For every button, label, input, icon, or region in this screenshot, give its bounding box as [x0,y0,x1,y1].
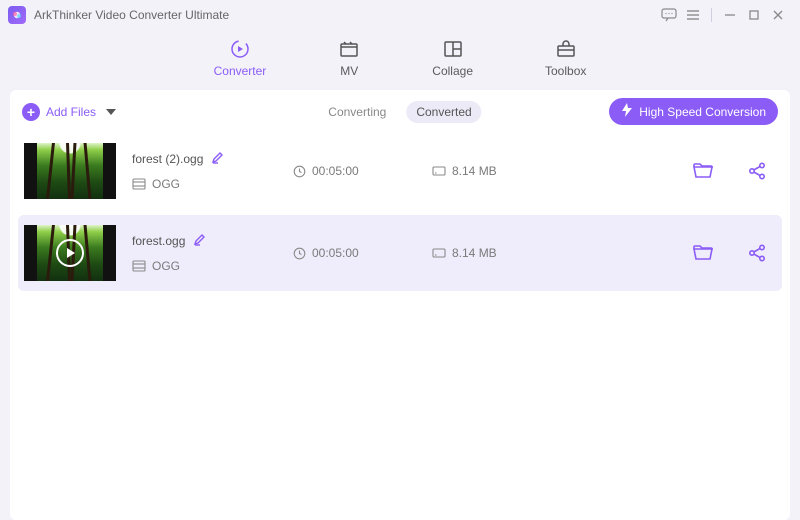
open-folder-button[interactable] [690,158,716,184]
minimize-button[interactable] [718,3,742,27]
maximize-button[interactable] [742,3,766,27]
converter-icon [229,38,251,60]
tab-toolbox[interactable]: Toolbox [545,38,586,78]
format-icon [132,259,146,273]
toolbox-icon [555,38,577,60]
plus-icon: + [22,103,40,121]
edit-icon[interactable] [193,234,205,249]
file-name: forest.ogg [132,234,185,248]
file-name: forest (2).ogg [132,152,203,166]
thumbnail[interactable] [24,225,116,281]
tab-collage-label: Collage [432,64,473,78]
tab-mv-label: MV [340,64,358,78]
share-button[interactable] [744,158,770,184]
titlebar: ArkThinker Video Converter Ultimate [0,0,800,30]
app-logo [8,6,26,24]
collage-icon [442,38,464,60]
clock-icon [292,246,306,260]
close-button[interactable] [766,3,790,27]
share-button[interactable] [744,240,770,266]
tab-toolbox-label: Toolbox [545,64,586,78]
file-size: 8.14 MB [452,164,497,178]
tab-mv[interactable]: MV [338,38,360,78]
menu-icon[interactable] [681,3,705,27]
chevron-down-icon [106,105,116,119]
storage-icon [432,246,446,260]
tab-collage[interactable]: Collage [432,38,473,78]
tab-converter-label: Converter [214,64,267,78]
format-icon [132,177,146,191]
main-tabs: Converter MV Collage Toolbox [0,30,800,84]
bolt-icon [621,103,633,120]
toolbar: + Add Files Converting Converted High Sp… [10,90,790,133]
edit-icon[interactable] [211,152,223,167]
file-item: forest (2).ogg OGG 00:05:00 [10,133,790,209]
duration: 00:05:00 [312,164,359,178]
main-panel: + Add Files Converting Converted High Sp… [10,90,790,520]
add-files-label: Add Files [46,105,96,119]
status-switch: Converting Converted [318,101,481,123]
tab-converted[interactable]: Converted [406,101,481,123]
play-overlay-icon [24,225,116,281]
mv-icon [338,38,360,60]
tab-converter[interactable]: Converter [214,38,267,78]
thumbnail[interactable] [24,143,116,199]
high-speed-button[interactable]: High Speed Conversion [609,98,778,125]
open-folder-button[interactable] [690,240,716,266]
file-item[interactable]: forest.ogg OGG 00:05:00 [18,215,782,291]
storage-icon [432,164,446,178]
format-label: OGG [152,177,180,191]
clock-icon [292,164,306,178]
feedback-icon[interactable] [657,3,681,27]
tab-converting[interactable]: Converting [318,101,396,123]
add-files-button[interactable]: + Add Files [22,103,116,121]
high-speed-label: High Speed Conversion [639,105,766,119]
format-label: OGG [152,259,180,273]
titlebar-divider [711,8,712,22]
app-title: ArkThinker Video Converter Ultimate [34,8,229,22]
duration: 00:05:00 [312,246,359,260]
file-size: 8.14 MB [452,246,497,260]
